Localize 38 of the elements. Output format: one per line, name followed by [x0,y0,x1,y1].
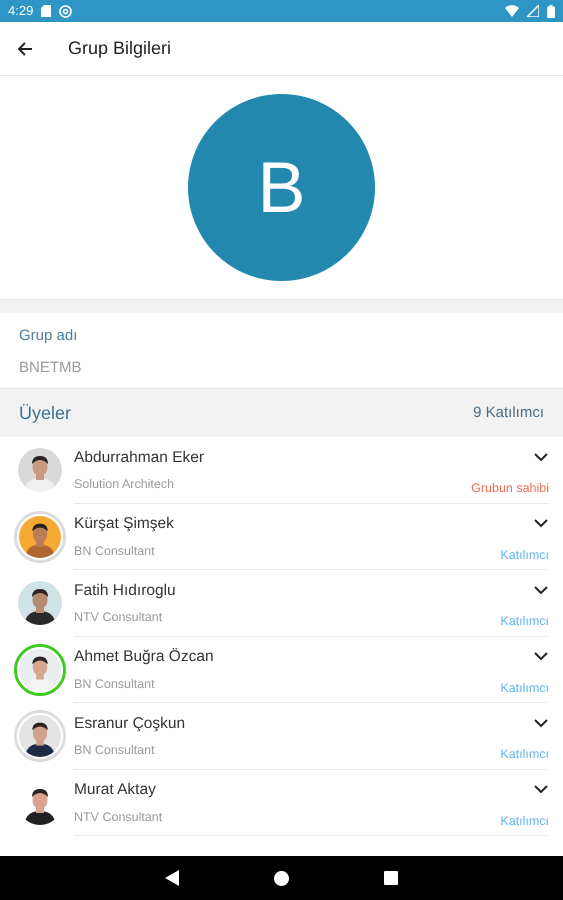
member-name: Murat Aktay [74,780,156,800]
member-name: Ahmet Buğra Özcan [74,647,214,668]
chevron-down-icon [534,785,548,794]
chevron-down-icon [534,586,548,595]
status-time: 4:29 [8,2,34,20]
back-nav-icon[interactable] [165,870,179,886]
member-name: Fatih Hıdıroglu [74,580,176,601]
member-job-title: NTV Consultant [74,808,162,826]
battery-icon [547,4,555,18]
group-name-label: Grup adı [19,326,78,346]
member-name: Abdurrahman Eker [74,448,204,468]
chevron-down-icon [534,519,548,528]
member-job-title: BN Consultant [74,742,155,759]
member-name: Esranur Çoşkun [74,714,186,734]
back-arrow-icon [17,40,33,56]
member-name: Kürşat Şimşek [74,514,174,534]
member-job-title: Solution Architech [74,476,174,493]
members-heading: Üyeler [19,402,72,425]
group-avatar: B [188,94,375,281]
chevron-down-icon [534,452,548,462]
member-count: 9 Katılımcı [473,402,544,423]
member-job-title: NTV Consultant [74,609,162,626]
member-role: Katılımcı [500,613,549,630]
chevron-down-icon [534,718,548,728]
member-role: Katılımcı [500,812,549,830]
chevron-down-icon [534,652,548,662]
member-role: Katılımcı [500,680,549,696]
member-role: Grubun sahibi [471,480,549,497]
signal-icon [527,5,539,17]
home-nav-icon[interactable] [274,870,289,886]
sd-card-icon [41,5,52,17]
member-role: Katılımcı [500,546,549,564]
group-name-value: BNETMB [19,358,83,378]
member-role: Katılımcı [500,746,549,763]
screen-title: Grup Bilgileri [68,37,172,60]
member-job-title: BN Consultant [74,542,155,560]
wifi-icon [505,5,519,17]
member-job-title: BN Consultant [74,676,155,692]
